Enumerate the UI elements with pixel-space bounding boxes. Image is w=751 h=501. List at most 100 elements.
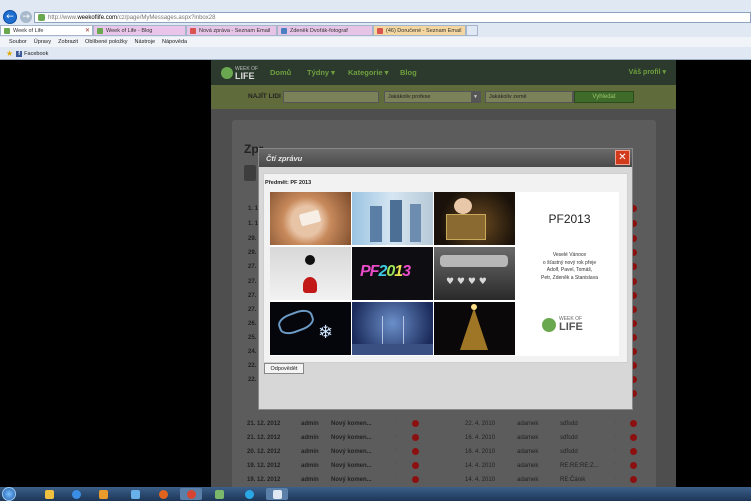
browser-chrome: ← → http://www. weekoflife.com/cz/page/My…	[0, 0, 751, 60]
delete-icon[interactable]	[412, 462, 419, 469]
message-sender: admin	[301, 477, 319, 483]
favorite-facebook-link[interactable]: Facebook	[24, 51, 48, 57]
new-tab-button[interactable]	[466, 25, 478, 36]
message-sender: adamek	[517, 449, 539, 455]
firefox-icon[interactable]	[152, 488, 174, 500]
close-icon[interactable]: ✕	[615, 150, 630, 165]
skype-icon[interactable]	[238, 488, 260, 500]
paint-icon[interactable]	[124, 488, 146, 500]
table-row[interactable]: 19. 12. 2012 admin Nový komen... ° 14. 4…	[247, 473, 647, 485]
site-logo[interactable]: WEEK OF LIFE	[221, 65, 261, 81]
nav-home[interactable]: Domů	[270, 68, 291, 77]
nav-profile[interactable]: Váš profil ▾	[629, 68, 666, 76]
message-date[interactable]: 27.	[248, 293, 256, 299]
delete-icon[interactable]	[412, 476, 419, 483]
toolbar-button[interactable]	[244, 165, 256, 181]
message-date[interactable]: 25.	[248, 335, 256, 341]
delete-icon[interactable]	[630, 476, 637, 483]
message-date[interactable]: 29.	[248, 250, 256, 256]
message-subject[interactable]: sdfsdd	[560, 435, 578, 441]
tab-strip: Week of Life ✕ Week of Life - Blog Nová …	[0, 25, 751, 36]
subject-label: Předmět:	[265, 180, 289, 186]
table-row[interactable]: 20. 12. 2012 admin Nový komen... ° 16. 4…	[247, 445, 647, 459]
internet-explorer-icon[interactable]	[65, 488, 87, 500]
read-message-dialog: Čtí zprávu ✕ Předmět: PF 2013 PF2013 ♥ ♥…	[258, 148, 633, 410]
menu-upravy[interactable]: Úpravy	[34, 39, 51, 45]
people-search-input[interactable]	[283, 91, 379, 103]
message-date: 19. 12. 2012	[247, 463, 281, 469]
favorites-bar: ★ f Facebook	[0, 48, 751, 59]
back-button[interactable]: ←	[3, 10, 17, 24]
tab-zdenek-dvorak[interactable]: Zdeněk Dvořák-fotograf	[277, 25, 373, 36]
photo-viewer-icon[interactable]	[208, 488, 230, 500]
message-sender: adamek	[517, 477, 539, 483]
subject-value: PF 2013	[290, 180, 312, 186]
tab-week-of-life-blog[interactable]: Week of Life - Blog	[93, 25, 186, 36]
photo-children	[352, 192, 433, 245]
nav-weeks[interactable]: Týdny ▾	[307, 68, 335, 77]
photo-baby-box	[434, 192, 515, 245]
delete-icon[interactable]	[412, 448, 419, 455]
message-date[interactable]: 22.	[248, 363, 256, 369]
nav-blog[interactable]: Blog	[400, 68, 417, 77]
message-date[interactable]: 27.	[248, 264, 256, 270]
windows-taskbar	[0, 487, 751, 501]
profession-select[interactable]: Jakákoliv profese ▼	[384, 91, 481, 103]
message-date[interactable]: 22.	[248, 377, 256, 383]
dialog-header[interactable]: Čtí zprávu ✕	[259, 149, 632, 167]
message-date[interactable]: 27.	[248, 279, 256, 285]
message-sender: admin	[301, 421, 319, 427]
logo-bottom-text: LIFE	[235, 71, 255, 81]
forward-button[interactable]: →	[20, 11, 32, 23]
start-button[interactable]	[2, 487, 16, 501]
message-sender: admin	[301, 463, 319, 469]
photo-hands	[270, 192, 351, 245]
nav-categories[interactable]: Kategorie ▾	[348, 68, 388, 77]
favorites-star-icon[interactable]: ★	[6, 49, 13, 58]
country-select[interactable]: Jakákoliv země ▼	[485, 91, 582, 103]
delete-icon[interactable]	[412, 434, 419, 441]
menu-nastroje[interactable]: Nástroje	[135, 39, 155, 45]
tab-close-icon[interactable]: ✕	[85, 27, 90, 34]
chrome-icon[interactable]	[180, 488, 202, 500]
delete-icon[interactable]	[412, 420, 419, 427]
address-bar[interactable]: http://www. weekoflife.com/cz/page/MyMess…	[34, 12, 751, 23]
message-date[interactable]: 29.	[248, 236, 256, 242]
message-subject[interactable]: RE:RE:RE:Z...	[560, 463, 599, 469]
message-date[interactable]: 24.	[248, 349, 256, 355]
message-subject[interactable]: Nový komen...	[331, 435, 372, 441]
message-subject[interactable]: RE:Čánik	[560, 477, 585, 483]
table-row[interactable]: 21. 12. 2012 admin Nový komen... ° 16. 4…	[247, 431, 647, 445]
notepad-icon[interactable]	[266, 488, 288, 500]
message-subject[interactable]: Nový komen...	[331, 449, 372, 455]
photo-christmas-tree-lights	[434, 302, 515, 355]
delete-icon[interactable]	[630, 462, 637, 469]
search-button[interactable]: Vyhledat	[574, 91, 634, 103]
message-date[interactable]: 27.	[248, 307, 256, 313]
message-subject[interactable]: Nový komen...	[331, 421, 372, 427]
photo-snowy-tree	[352, 302, 433, 355]
delete-icon[interactable]	[630, 434, 637, 441]
menu-napoveda[interactable]: Nápověda	[162, 39, 187, 45]
table-row[interactable]: 21. 12. 2012 admin Nový komen... ° 22. 4…	[247, 417, 647, 431]
media-player-icon[interactable]	[92, 488, 114, 500]
message-date[interactable]: 26.	[248, 321, 256, 327]
delete-icon[interactable]	[630, 448, 637, 455]
message-subject[interactable]: Nový komen...	[331, 463, 372, 469]
card-text-panel: PF2013 Veselé Vánoce o šťastný nový rok …	[520, 192, 619, 356]
message-date: 20. 12. 2012	[247, 449, 281, 455]
reply-button[interactable]: Odpovědět	[264, 363, 304, 374]
menu-zobrazit[interactable]: Zobrazit	[58, 39, 78, 45]
menu-oblibene[interactable]: Oblíbené položky	[85, 39, 128, 45]
tab-nova-zprava[interactable]: Nová zpráva - Seznam Email	[186, 25, 277, 36]
delete-icon[interactable]	[630, 420, 637, 427]
message-subject[interactable]: Nový komen...	[331, 477, 372, 483]
search-label: NAJÍT LIDI	[248, 93, 281, 100]
message-subject[interactable]: sdfsdd	[560, 449, 578, 455]
tab-dorucene[interactable]: (46) Doručené - Seznam Email	[373, 25, 466, 36]
tab-week-of-life[interactable]: Week of Life ✕	[0, 25, 93, 36]
table-row[interactable]: 19. 12. 2012 admin Nový komen... ° 14. 4…	[247, 459, 647, 473]
menu-soubor[interactable]: Soubor	[9, 39, 27, 45]
explorer-icon[interactable]	[38, 488, 60, 500]
message-subject[interactable]: sdfsdd	[560, 421, 578, 427]
